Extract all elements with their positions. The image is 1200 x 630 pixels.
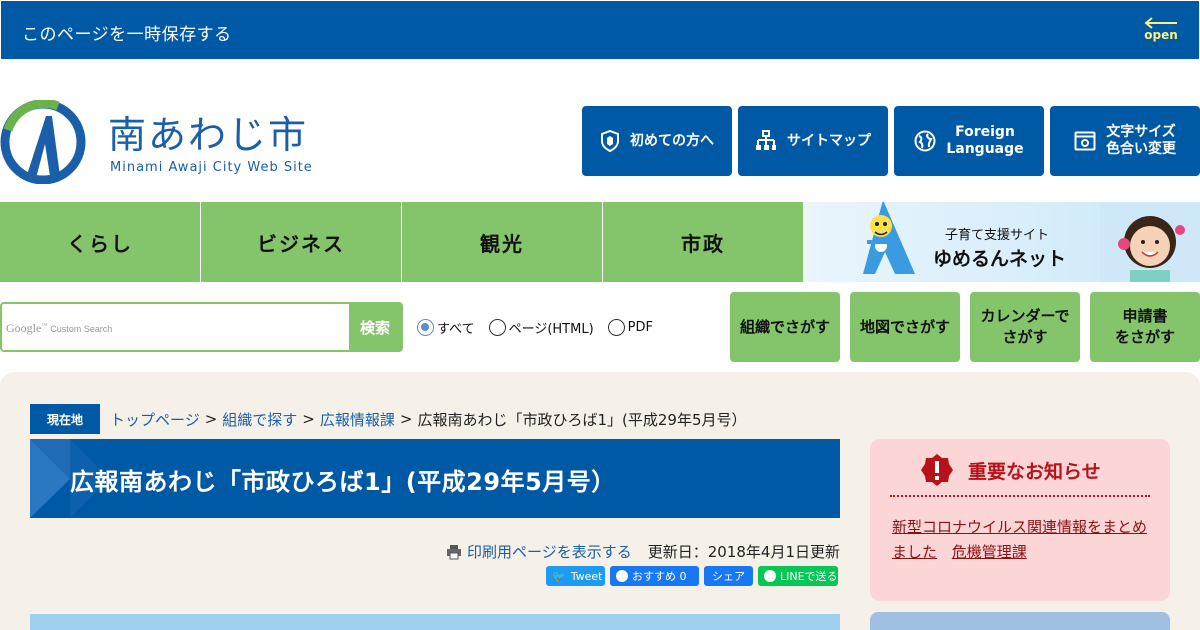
scope-html-label: ページ(HTML) — [508, 322, 594, 337]
line-label: LINEで送る — [780, 570, 838, 583]
updated-date: 更新日：2018年4月1日更新 — [647, 543, 840, 561]
text-size-color-button[interactable]: 文字サイズ 色合い変更 — [1050, 106, 1200, 176]
first-visit-button[interactable]: 初めての方へ — [582, 106, 732, 176]
twitter-icon: 🐦 — [552, 569, 566, 583]
line-icon — [764, 570, 776, 582]
site-logo[interactable]: 南あわじ市 Minami Awaji City Web Site — [0, 98, 320, 184]
city-emblem-icon — [0, 100, 86, 184]
guide-label-line1: 申請書 — [1122, 307, 1168, 325]
radio-selected-icon — [417, 319, 434, 336]
facebook-share-button[interactable]: シェア — [704, 566, 753, 586]
radio-empty-icon — [607, 319, 625, 336]
text-size-line1: 文字サイズ — [1106, 124, 1176, 140]
nav-item-business[interactable]: ビジネス — [201, 202, 402, 282]
child-photo — [1100, 202, 1200, 282]
banner-title: ゆめるんネット — [933, 248, 1067, 270]
page-title: 広報南あわじ「市政ひろば1」(平成29年5月号） — [70, 468, 616, 496]
nav-item-tourism[interactable]: 観光 — [402, 202, 603, 282]
radio-empty-icon — [488, 319, 506, 336]
city-name-en: Minami Awaji City Web Site — [110, 160, 313, 175]
breadcrumb-current: 広報南あわじ「市政ひろば1」(平成29年5月号） — [417, 410, 747, 429]
scope-all-radio[interactable]: すべて — [417, 318, 475, 337]
yumerun-net-banner[interactable]: 子育て支援サイト ゆめるんネット — [803, 202, 1200, 282]
first-visit-label: 初めての方へ — [630, 132, 714, 149]
guide-label: 地図でさがす — [859, 317, 950, 336]
facebook-icon — [616, 570, 628, 582]
sidebar-section — [870, 612, 1170, 630]
guide-label: 組織でさがす — [739, 317, 830, 336]
scope-pdf-label: PDF — [627, 320, 653, 335]
save-page-bar[interactable]: このページを一時保存する open — [1, 1, 1199, 59]
breadcrumb-here-label: 現在地 — [30, 404, 100, 434]
open-toggle[interactable]: open — [1141, 17, 1181, 45]
scope-html-radio[interactable]: ページ(HTML) — [488, 318, 594, 337]
foreign-language-label: Foreign Language — [946, 124, 1023, 158]
breadcrumb-link-top[interactable]: トップページ — [110, 409, 200, 430]
search-input[interactable] — [4, 306, 349, 348]
notice-body: 新型コロナウイルス関連情報をまとめました 危機管理課 — [892, 515, 1154, 565]
scope-pdf-radio[interactable]: PDF — [607, 319, 653, 336]
global-nav: くらし ビジネス 観光 市政 — [0, 202, 803, 282]
globe-icon — [914, 130, 936, 152]
notice-divider — [890, 495, 1150, 497]
sitemap-button[interactable]: サイトマップ — [738, 106, 888, 176]
search-scope-options: すべて ページ(HTML) PDF — [417, 318, 667, 337]
foreign-language-button[interactable]: Foreign Language — [894, 106, 1044, 176]
search-by-map-button[interactable]: 地図でさがす — [850, 292, 960, 362]
breadcrumb-link-pr-division[interactable]: 広報情報課 — [320, 409, 395, 430]
social-share-buttons: 🐦 Tweet おすすめ 0 シェア LINEで送る — [546, 566, 838, 586]
site-search: Google™ Custom Search 検索 — [0, 302, 403, 352]
search-application-forms-button[interactable]: 申請書 をさがす — [1090, 292, 1200, 362]
content-section-header — [30, 614, 840, 630]
alert-icon — [921, 454, 953, 486]
save-page-label[interactable]: このページを一時保存する — [22, 20, 232, 45]
notice-department-link[interactable]: 危機管理課 — [952, 543, 1027, 561]
mascot-illustration — [863, 202, 915, 274]
facebook-recommend-button[interactable]: おすすめ 0 — [610, 566, 699, 586]
foreign-language-line1: Foreign — [955, 124, 1015, 140]
search-by-organization-button[interactable]: 組織でさがす — [730, 292, 840, 362]
search-by-calendar-button[interactable]: カレンダーで さがす — [970, 292, 1080, 362]
nav-item-city-government[interactable]: 市政 — [603, 202, 803, 282]
notice-header: 重要なお知らせ — [920, 453, 1101, 487]
share-label: シェア — [712, 570, 745, 583]
settings-icon — [1074, 131, 1096, 151]
printer-icon — [447, 544, 462, 559]
text-size-color-label: 文字サイズ 色合い変更 — [1106, 124, 1176, 158]
important-notice-box: 重要なお知らせ 新型コロナウイルス関連情報をまとめました 危機管理課 — [870, 439, 1170, 601]
guide-label-line2: をさがす — [1114, 328, 1175, 346]
scope-all-label: すべて — [437, 322, 475, 337]
breadcrumb: 現在地 トップページ > 組織で探す > 広報情報課 > 広報南あわじ「市政ひろ… — [30, 404, 747, 434]
recommend-label: おすすめ 0 — [632, 570, 687, 583]
notice-title: 重要なお知らせ — [968, 460, 1101, 483]
banner-subtitle: 子育て支援サイト — [945, 228, 1050, 243]
foreign-language-line2: Language — [946, 141, 1024, 157]
breadcrumb-link-organization[interactable]: 組織で探す — [222, 409, 297, 430]
shield-icon — [601, 130, 619, 152]
breadcrumb-separator: > — [204, 410, 218, 428]
print-view-label: 印刷用ページを表示する — [467, 543, 632, 561]
search-button[interactable]: 検索 — [349, 304, 401, 350]
page-title-band: 広報南あわじ「市政ひろば1」(平成29年5月号） — [30, 439, 840, 518]
sitemap-label: サイトマップ — [787, 132, 871, 149]
breadcrumb-separator: > — [399, 410, 413, 428]
sitemap-icon — [756, 130, 776, 150]
guide-label-line2: さがす — [1002, 328, 1048, 346]
text-size-line2: 色合い変更 — [1106, 141, 1176, 157]
line-send-button[interactable]: LINEで送る — [758, 566, 838, 586]
tweet-label: Tweet — [570, 569, 603, 583]
guide-label-line1: カレンダーで — [980, 307, 1070, 325]
page-meta: 印刷用ページを表示する 更新日：2018年4月1日更新 — [446, 541, 840, 562]
breadcrumb-separator: > — [302, 410, 315, 428]
city-name-jp: 南あわじ市 — [108, 113, 309, 157]
tweet-button[interactable]: 🐦 Tweet — [546, 566, 605, 586]
open-label: open — [1144, 28, 1178, 42]
print-view-link[interactable]: 印刷用ページを表示する — [446, 541, 632, 562]
nav-item-living[interactable]: くらし — [0, 202, 201, 282]
